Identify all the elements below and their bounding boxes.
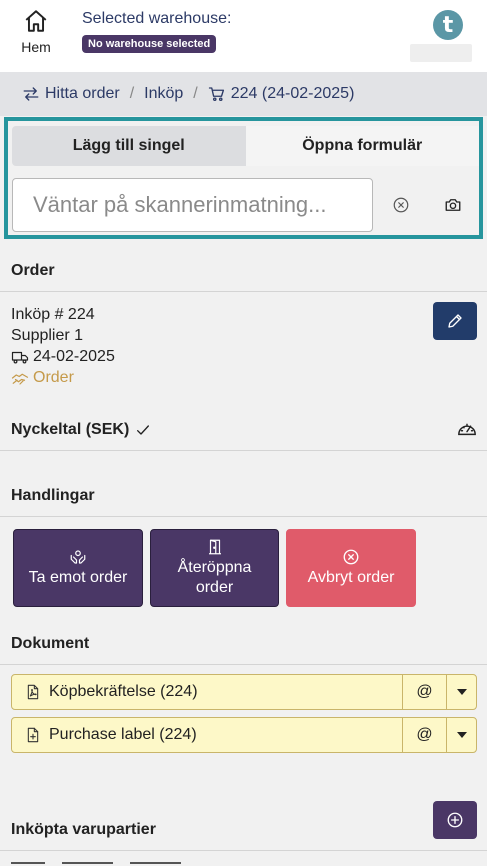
document-label: Köpbekräftelse (224) bbox=[49, 683, 198, 700]
camera-button[interactable] bbox=[439, 191, 467, 219]
breadcrumb-separator: / bbox=[129, 85, 135, 102]
warehouse-badge[interactable]: No warehouse selected bbox=[82, 35, 217, 53]
lots-section-title: Inköpta varupartier bbox=[11, 821, 156, 838]
clear-circle-icon bbox=[393, 197, 409, 213]
breadcrumb-current-order-label: 224 (24-02-2025) bbox=[230, 85, 355, 102]
document-row: Purchase label (224) @ bbox=[11, 717, 477, 753]
receive-order-button[interactable]: Ta emot order bbox=[13, 529, 143, 607]
pencil-icon bbox=[448, 314, 462, 328]
breadcrumb-purchase-label: Inköp bbox=[144, 85, 184, 102]
breadcrumb-separator: / bbox=[193, 85, 198, 102]
breadcrumb-current-order: 224 (24-02-2025) bbox=[208, 85, 355, 103]
hands-receive-icon bbox=[70, 550, 86, 564]
camera-icon bbox=[445, 199, 461, 211]
scan-tabs: Lägg till singel Öppna formulär bbox=[12, 126, 479, 166]
order-date-row: 24-02-2025 bbox=[11, 346, 115, 367]
home-icon bbox=[25, 10, 47, 32]
order-section-title: Order bbox=[11, 262, 55, 279]
plus-circle-icon bbox=[447, 812, 463, 828]
breadcrumb-find-order[interactable]: Hitta order bbox=[22, 85, 120, 103]
document-email-button[interactable]: @ bbox=[402, 718, 446, 752]
top-bar: Hem Selected warehouse: No warehouse sel… bbox=[0, 0, 487, 72]
document-label: Purchase label (224) bbox=[49, 726, 197, 743]
cancel-order-label: Avbryt order bbox=[307, 569, 395, 586]
breadcrumb: Hitta order / Inköp / 224 (24-02-2025) bbox=[0, 72, 487, 116]
home-label: Hem bbox=[21, 39, 51, 55]
truck-icon bbox=[11, 351, 29, 363]
app-logo[interactable]: t bbox=[433, 10, 463, 40]
actions-section-title: Handlingar bbox=[11, 487, 95, 504]
checkmark-icon bbox=[137, 425, 150, 435]
door-open-icon bbox=[208, 539, 221, 555]
gauge-icon[interactable] bbox=[456, 418, 478, 438]
reopen-order-label-line1: Återöppna bbox=[177, 559, 252, 576]
order-status-row: Order bbox=[11, 367, 115, 388]
user-name-blurred[interactable] bbox=[410, 44, 472, 62]
divider bbox=[0, 664, 487, 665]
kpi-toggle[interactable]: Nyckeltal (SEK) bbox=[11, 421, 151, 439]
reopen-order-label-line2: order bbox=[195, 579, 234, 596]
breadcrumb-purchase[interactable]: Inköp bbox=[144, 85, 183, 103]
handshake-icon bbox=[11, 373, 29, 385]
document-open-button[interactable]: Purchase label (224) bbox=[12, 718, 402, 752]
divider bbox=[0, 450, 487, 451]
cutoff-row-text bbox=[11, 858, 181, 866]
receive-order-label: Ta emot order bbox=[28, 569, 128, 586]
order-supplier: Supplier 1 bbox=[11, 327, 84, 344]
clear-input-button[interactable] bbox=[387, 191, 415, 219]
order-status: Order bbox=[33, 369, 74, 386]
divider bbox=[0, 516, 487, 517]
file-plus-icon bbox=[27, 727, 39, 743]
document-dropdown-button[interactable] bbox=[446, 675, 476, 709]
documents-section-title: Dokument bbox=[11, 635, 90, 652]
caret-down-icon bbox=[456, 689, 467, 695]
cancel-order-button[interactable]: Avbryt order bbox=[286, 529, 416, 607]
edit-order-button[interactable] bbox=[433, 302, 477, 340]
order-date: 24-02-2025 bbox=[33, 348, 115, 365]
order-title: Inköp # 224 bbox=[11, 306, 95, 323]
divider bbox=[0, 291, 487, 292]
scan-panel: Lägg till singel Öppna formulär bbox=[4, 117, 483, 239]
cancel-circle-icon bbox=[343, 549, 359, 565]
caret-down-icon bbox=[456, 732, 467, 738]
swap-arrows-icon bbox=[23, 87, 39, 101]
tab-add-single[interactable]: Lägg till singel bbox=[12, 126, 246, 166]
breadcrumb-find-order-label: Hitta order bbox=[45, 85, 120, 102]
cart-icon bbox=[208, 87, 224, 102]
add-lot-button[interactable] bbox=[433, 801, 477, 839]
divider bbox=[0, 850, 487, 851]
document-email-button[interactable]: @ bbox=[402, 675, 446, 709]
pdf-file-icon bbox=[27, 684, 39, 700]
kpi-title: Nyckeltal (SEK) bbox=[11, 421, 130, 438]
reopen-order-button[interactable]: Återöppna order bbox=[150, 529, 279, 607]
tab-open-form[interactable]: Öppna formulär bbox=[245, 126, 479, 166]
order-info: Inköp # 224 Supplier 1 24-02-2025 Order bbox=[11, 304, 115, 388]
document-row: Köpbekräftelse (224) @ bbox=[11, 674, 477, 710]
document-open-button[interactable]: Köpbekräftelse (224) bbox=[12, 675, 402, 709]
warehouse-title: Selected warehouse: bbox=[82, 10, 232, 27]
scanner-input[interactable] bbox=[12, 178, 373, 232]
document-dropdown-button[interactable] bbox=[446, 718, 476, 752]
home-button[interactable]: Hem bbox=[10, 8, 62, 64]
